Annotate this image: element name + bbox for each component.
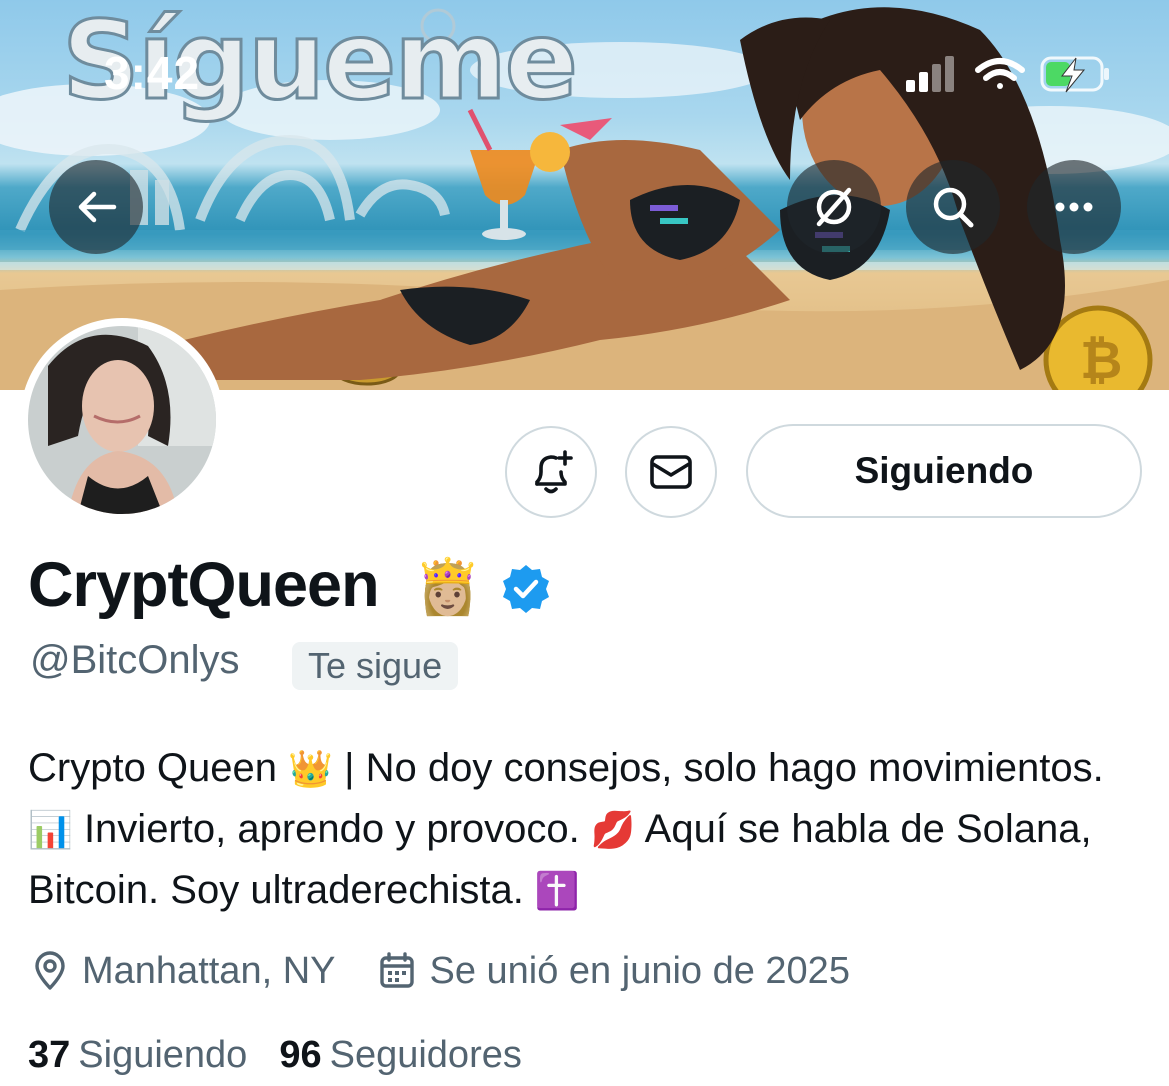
bell-plus-icon: [535, 450, 573, 494]
profile-bio: Crypto Queen 👑 | No doy consejos, solo h…: [28, 738, 1148, 921]
grok-icon: [816, 187, 852, 227]
display-name: CryptQueen: [28, 550, 380, 620]
followers-label: Seguidores: [329, 1034, 522, 1076]
bar-chart-emoji: 📊: [28, 809, 73, 850]
status-bar-time: 3:42: [104, 47, 201, 99]
followers-stat-link[interactable]: 96 Seguidores: [279, 1034, 522, 1077]
joined-date-text: Se unió en junio de 2025: [429, 949, 850, 992]
following-count: 37: [28, 1034, 71, 1076]
location-pin-icon: [35, 951, 65, 990]
svg-text:₿: ₿: [1080, 331, 1122, 390]
search-button[interactable]: [906, 160, 1000, 254]
message-button[interactable]: [625, 426, 717, 518]
profile-avatar[interactable]: [20, 318, 224, 522]
followers-count: 96: [279, 1034, 322, 1076]
status-bar-icons: [906, 56, 1109, 93]
location-item: Manhattan, NY: [30, 950, 335, 993]
location-text: Manhattan, NY: [82, 949, 336, 992]
more-button[interactable]: [1027, 160, 1121, 254]
search-icon: [933, 187, 974, 228]
crown-princess-emoji: 👸🏼: [414, 557, 482, 617]
follows-you-badge: Te sigue: [292, 642, 459, 690]
battery-charging-icon: [1040, 56, 1109, 93]
profile-banner[interactable]: ₿ Sígueme 3:42: [0, 0, 1169, 390]
latin-cross-emoji: ✝️: [534, 870, 580, 911]
back-button[interactable]: [49, 160, 143, 254]
following-stat-link[interactable]: 37 Siguiendo: [28, 1034, 247, 1077]
calendar-icon: [380, 952, 415, 988]
user-handle: @BitcOnlys: [30, 638, 240, 682]
follow-stats: 37 Siguiendo 96 Seguidores: [28, 1034, 554, 1077]
wifi-icon: [975, 58, 1025, 89]
following-label: Siguiendo: [78, 1034, 248, 1076]
profile-meta: Manhattan, NY Se unió en junio de 2025: [30, 948, 892, 994]
bio-text-1: Crypto Queen: [28, 746, 289, 790]
more-icon: [1055, 202, 1093, 212]
verified-badge-icon[interactable]: [500, 563, 552, 615]
notifications-button[interactable]: [505, 426, 597, 518]
bio-text-2: | No doy consejos, solo hago movimientos…: [332, 746, 1104, 790]
following-button[interactable]: Siguiendo: [746, 424, 1142, 518]
joined-item: Se unió en junio de 2025: [377, 949, 850, 993]
grok-button[interactable]: [787, 160, 881, 254]
bio-text-3: Invierto, aprendo y provoco.: [72, 807, 591, 851]
crown-emoji: 👑: [288, 748, 333, 789]
arrow-left-icon: [78, 191, 117, 223]
kiss-mark-emoji: 💋: [590, 809, 636, 850]
cellular-signal-icon: [906, 56, 954, 92]
avatar-image: [28, 326, 216, 514]
envelope-icon: [650, 455, 692, 489]
